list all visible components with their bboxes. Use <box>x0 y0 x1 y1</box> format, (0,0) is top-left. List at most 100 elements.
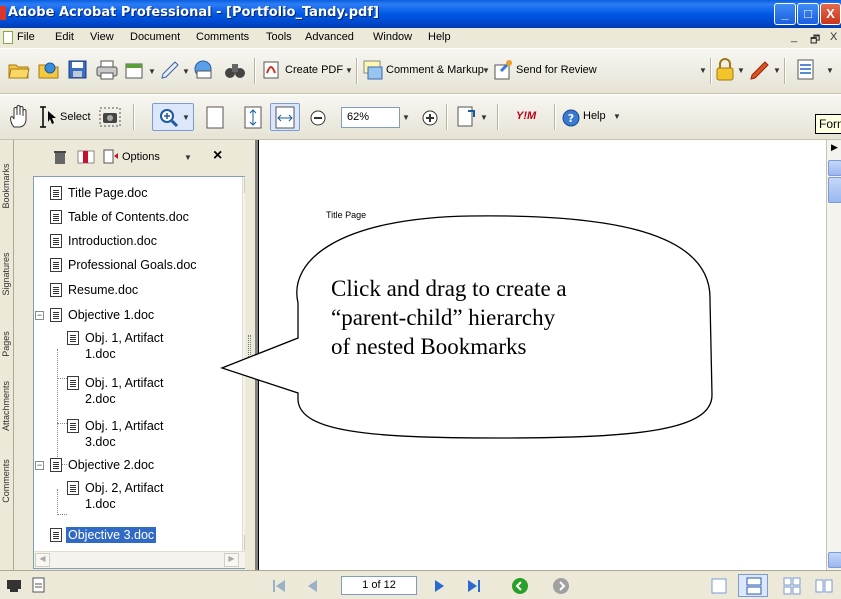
page-size-icon[interactable] <box>6 577 22 593</box>
help-icon[interactable]: ? <box>562 109 580 127</box>
toolbar-separator <box>133 104 135 130</box>
attachments-tab[interactable]: Attachments <box>1 363 13 449</box>
document-icon <box>50 258 62 272</box>
splitter-grip-icon[interactable] <box>248 335 251 357</box>
acrobat-app-icon[interactable] <box>0 6 6 20</box>
menu-advanced[interactable]: Advanced <box>305 31 354 43</box>
document-icon <box>50 308 62 322</box>
maximize-button[interactable]: □ <box>797 3 819 25</box>
zoom-out-icon[interactable] <box>309 109 327 127</box>
comment-markup-button[interactable]: Comment & Markup <box>386 64 484 76</box>
email-icon[interactable] <box>193 60 215 80</box>
save-icon[interactable] <box>68 60 88 80</box>
continuous-facing-icon[interactable] <box>783 577 801 595</box>
document-menu-icon[interactable] <box>3 31 13 44</box>
document-minimize-button[interactable]: _ <box>791 31 797 43</box>
bookmarks-options-button[interactable]: Options <box>122 151 160 163</box>
zoom-level-field[interactable]: 62% <box>341 107 400 128</box>
close-button[interactable]: X <box>820 3 841 25</box>
secure-dropdown-icon[interactable]: ▼ <box>737 66 745 75</box>
send-for-review-dropdown-icon[interactable]: ▼ <box>699 66 707 75</box>
forms-icon[interactable] <box>796 59 818 81</box>
print-icon[interactable] <box>96 60 118 80</box>
fit-width-button[interactable] <box>270 103 300 131</box>
help-dropdown-icon[interactable]: ▼ <box>613 112 621 121</box>
continuous-view-button[interactable] <box>738 574 768 597</box>
zoom-tool-dropdown-icon[interactable]: ▼ <box>182 113 190 122</box>
bookmarks-horizontal-scrollbar[interactable]: ◀ ▶ <box>34 551 258 568</box>
scroll-right-icon[interactable]: ▶ <box>224 553 239 567</box>
send-for-review-button[interactable]: Send for Review <box>516 64 597 76</box>
close-bookmarks-button[interactable]: × <box>213 147 222 165</box>
scroll-left-icon[interactable]: ◀ <box>35 553 50 567</box>
zoom-in-small-icon[interactable] <box>421 109 439 127</box>
first-page-icon[interactable] <box>271 578 287 594</box>
collapse-objective-1-toggle[interactable]: − <box>35 311 44 320</box>
menu-window[interactable]: Window <box>373 31 412 43</box>
toolbar-separator <box>710 58 712 84</box>
sign-pen-icon[interactable] <box>159 60 181 80</box>
zoom-tool-button[interactable]: ▼ <box>152 103 194 131</box>
snapshot-camera-icon[interactable] <box>99 105 121 129</box>
organizer-icon[interactable] <box>38 60 60 80</box>
document-close-button[interactable]: X <box>830 31 837 43</box>
previous-view-icon[interactable] <box>511 577 529 595</box>
rotate-view-icon[interactable] <box>456 105 478 129</box>
menu-view[interactable]: View <box>90 31 114 43</box>
create-pdf-button[interactable]: Create PDF <box>285 64 343 76</box>
bookmarks-options-dropdown-icon[interactable]: ▼ <box>184 153 192 162</box>
sign-dropdown-icon[interactable]: ▼ <box>182 67 190 76</box>
next-page-icon[interactable] <box>433 578 447 594</box>
minimize-button[interactable]: _ <box>774 3 796 25</box>
send-for-review-icon[interactable] <box>493 59 515 81</box>
sign-icon[interactable] <box>749 59 771 81</box>
rotate-view-dropdown-icon[interactable]: ▼ <box>480 113 488 122</box>
toolbar-separator <box>784 58 786 84</box>
document-actions-dropdown-icon[interactable]: ▼ <box>148 67 156 76</box>
scroll-down-button[interactable] <box>828 552 841 568</box>
collapse-objective-2-toggle[interactable]: − <box>35 461 44 470</box>
panel-splitter[interactable] <box>245 140 255 570</box>
yahoo-messenger-button[interactable]: Y!M <box>516 110 536 122</box>
open-folder-icon[interactable] <box>8 60 30 80</box>
menu-comments[interactable]: Comments <box>196 31 249 43</box>
document-vertical-scrollbar[interactable]: ▶ <box>826 140 841 570</box>
scroll-up-button[interactable] <box>828 160 841 176</box>
menu-edit[interactable]: Edit <box>55 31 74 43</box>
panel-expand-icon[interactable]: ▶ <box>831 142 838 153</box>
scroll-thumb[interactable] <box>828 177 841 203</box>
sign-menu-dropdown-icon[interactable]: ▼ <box>773 66 781 75</box>
create-pdf-icon[interactable] <box>262 60 282 80</box>
menu-file[interactable]: File <box>17 31 35 43</box>
menu-help[interactable]: Help <box>428 31 451 43</box>
select-tool-button[interactable]: Select <box>60 111 91 123</box>
bookmarks-tab[interactable]: Bookmarks <box>1 143 13 229</box>
last-page-icon[interactable] <box>466 578 482 594</box>
facing-pages-icon[interactable] <box>815 577 833 595</box>
document-actions-icon[interactable] <box>124 60 146 80</box>
comment-markup-icon[interactable] <box>362 59 384 81</box>
new-bookmark-icon[interactable] <box>77 149 95 165</box>
single-page-icon[interactable] <box>710 577 728 595</box>
create-pdf-dropdown-icon[interactable]: ▼ <box>345 66 353 75</box>
secure-lock-icon[interactable] <box>715 58 735 82</box>
search-binoculars-icon[interactable] <box>224 60 246 80</box>
hand-tool-icon[interactable] <box>8 105 30 129</box>
help-button[interactable]: Help <box>583 110 606 122</box>
actual-size-icon[interactable] <box>204 106 226 130</box>
menu-tools[interactable]: Tools <box>266 31 292 43</box>
comments-tab[interactable]: Comments <box>1 438 13 524</box>
menu-document[interactable]: Document <box>130 31 180 43</box>
page-number-field[interactable]: 1 of 12 <box>341 576 417 595</box>
document-icon <box>67 331 79 345</box>
document-icon[interactable] <box>32 577 46 593</box>
forms-dropdown-icon[interactable]: ▼ <box>826 66 834 75</box>
zoom-level-dropdown-icon[interactable]: ▼ <box>402 113 410 122</box>
next-view-icon[interactable] <box>552 577 570 595</box>
fit-page-icon[interactable] <box>242 106 264 130</box>
comment-markup-dropdown-icon[interactable]: ▼ <box>482 66 490 75</box>
delete-bookmark-icon[interactable] <box>53 149 67 165</box>
expand-bookmark-icon[interactable] <box>103 149 119 165</box>
select-tool-icon[interactable] <box>37 105 59 129</box>
previous-page-icon[interactable] <box>305 578 319 594</box>
